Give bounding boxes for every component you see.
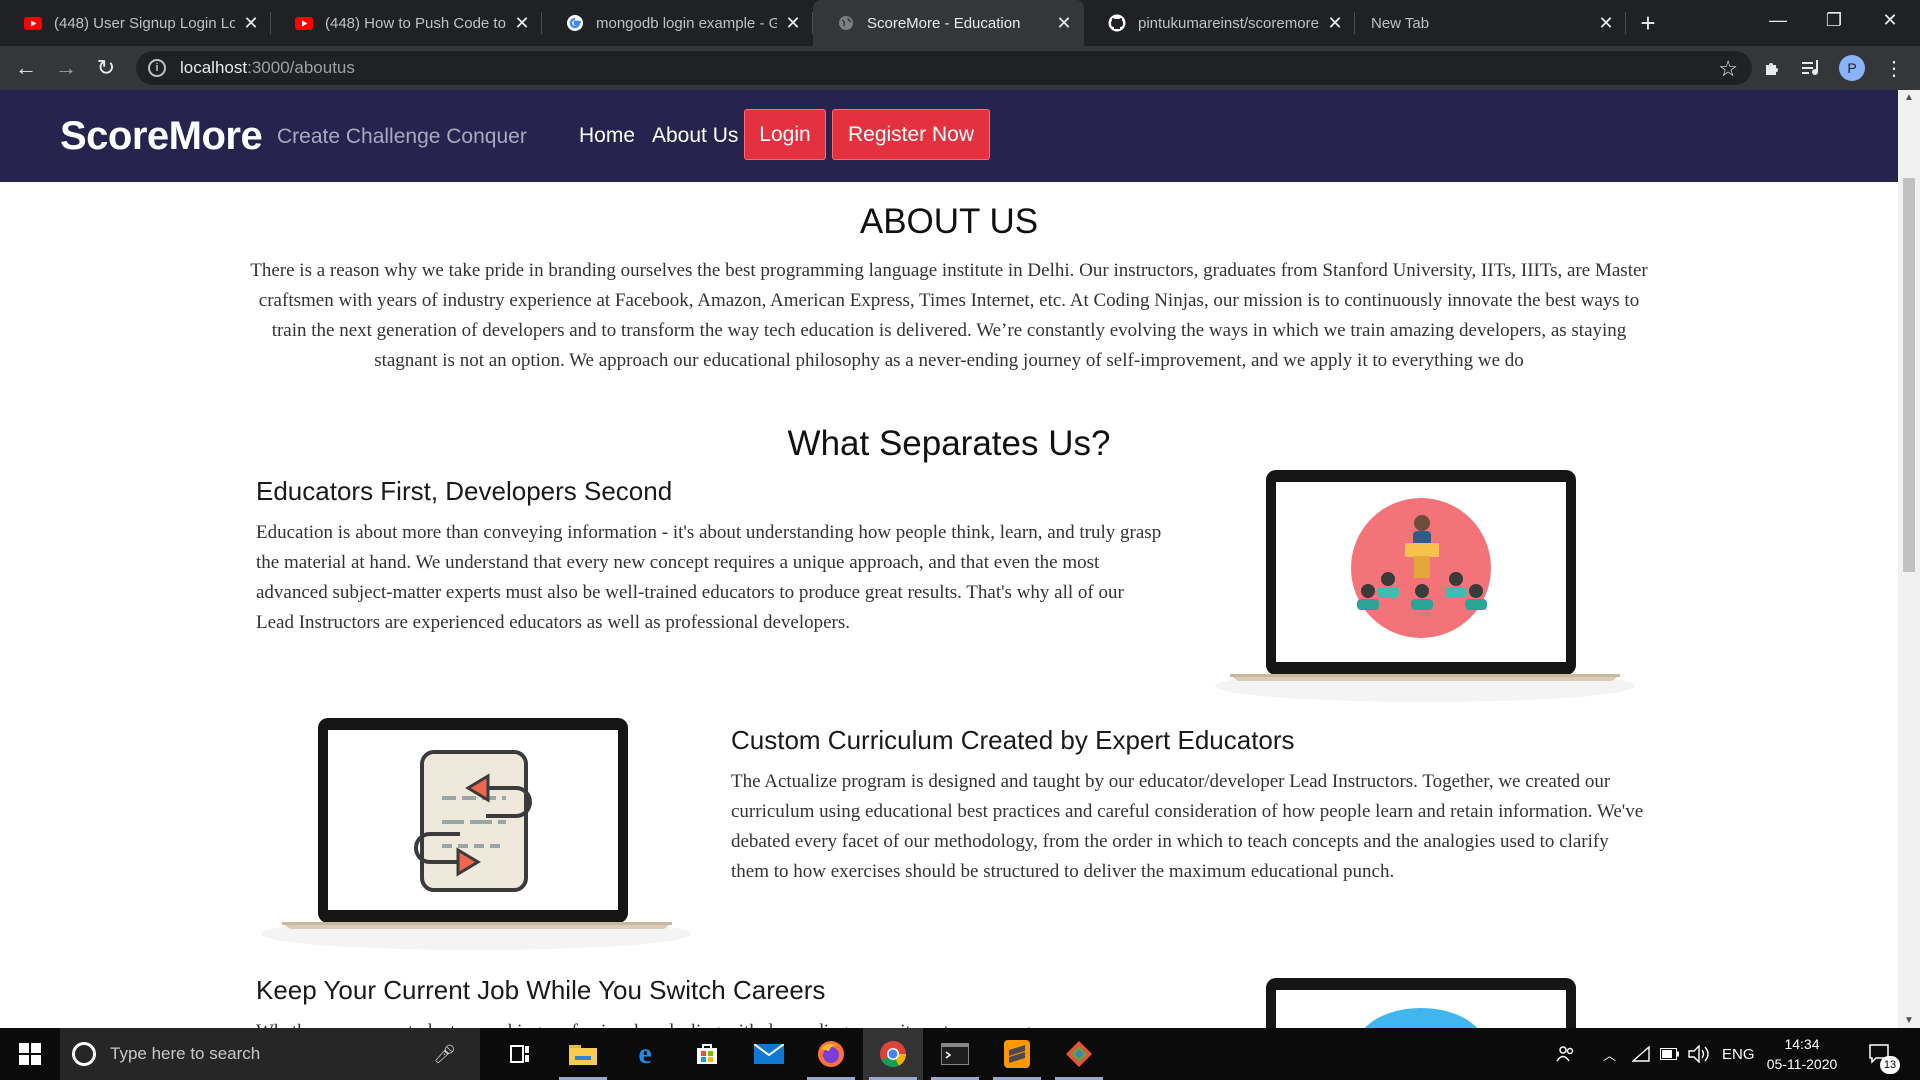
- address-bar[interactable]: i localhost:3000/aboutus ☆: [136, 51, 1752, 85]
- extensions-puzzle-icon[interactable]: [1756, 52, 1788, 84]
- feature-text: The Actualize program is designed and ta…: [731, 771, 1644, 882]
- laptop-illustration: [1266, 978, 1576, 1028]
- scroll-down-arrow-icon[interactable]: ▼: [1898, 1015, 1920, 1026]
- browser-tab[interactable]: (448) User Signup Login Logo ✕: [0, 0, 271, 46]
- separates-heading: What Separates Us?: [787, 424, 1111, 463]
- people-icon[interactable]: [1556, 1028, 1576, 1080]
- taskbar-clock[interactable]: 14:34 05-11-2020: [1752, 1034, 1852, 1074]
- feature-title: Custom Curriculum Created by Expert Educ…: [731, 725, 1295, 755]
- tab-title: (448) How to Push Code to G: [325, 14, 506, 32]
- google-icon: [566, 14, 584, 32]
- feature-title: Educators First, Developers Second: [256, 476, 673, 506]
- language-indicator[interactable]: ENG: [1722, 1028, 1755, 1080]
- globe-icon: [837, 14, 855, 32]
- laptop-illustration: [1210, 470, 1640, 715]
- taskbar-search-box[interactable]: Type here to search 🎤︎: [60, 1028, 480, 1080]
- github-icon: [1108, 14, 1126, 32]
- media-queue-icon[interactable]: [1796, 52, 1828, 84]
- laptop-illustration: [256, 718, 696, 963]
- nav-home-link[interactable]: Home: [579, 124, 635, 148]
- browser-tab[interactable]: New Tab ✕: [1355, 0, 1626, 46]
- browser-tab[interactable]: mongodb login example - Go ✕: [542, 0, 813, 46]
- reload-icon[interactable]: ↻: [86, 48, 126, 88]
- close-tab-icon[interactable]: ✕: [1596, 13, 1616, 34]
- cortana-icon: [72, 1042, 96, 1066]
- store-icon[interactable]: [677, 1028, 737, 1080]
- browser-tab[interactable]: (448) How to Push Code to G ✕: [271, 0, 542, 46]
- tab-title: ScoreMore - Education: [867, 14, 1021, 32]
- scroll-up-arrow-icon[interactable]: ▲: [1898, 92, 1920, 103]
- new-tab-plus-icon[interactable]: +: [1626, 0, 1670, 46]
- browser-tab-active[interactable]: ScoreMore - Education ✕: [813, 0, 1084, 46]
- close-tab-icon[interactable]: ✕: [241, 13, 261, 34]
- notification-count-badge: 13: [1880, 1056, 1900, 1074]
- about-heading: ABOUT US: [859, 202, 1039, 241]
- close-tab-icon[interactable]: ✕: [783, 13, 803, 34]
- tab-title: pintukumareinst/scoremore: [1138, 14, 1319, 32]
- back-arrow-icon[interactable]: ←: [6, 48, 46, 88]
- firefox-icon[interactable]: [801, 1028, 861, 1080]
- presenter-icon: [1351, 498, 1491, 638]
- bookmark-star-icon[interactable]: ☆: [1718, 56, 1738, 82]
- browser-toolbar: ← → ↻ i localhost:3000/aboutus ☆: [0, 46, 1920, 90]
- sublime-text-icon[interactable]: [987, 1028, 1047, 1080]
- tab-title: (448) User Signup Login Logo: [54, 14, 235, 32]
- document-exchange-icon: [414, 750, 532, 892]
- browser-tab-strip: (448) User Signup Login Logo ✕ (448) How…: [0, 0, 1920, 46]
- page-viewport: ScoreMore Create Challenge Conquer Home …: [0, 90, 1898, 1028]
- site-info-icon[interactable]: i: [148, 59, 166, 77]
- show-hidden-icons-chevron-icon[interactable]: ︿: [1603, 1028, 1616, 1080]
- clock-date: 05-11-2020: [1766, 1056, 1838, 1072]
- close-tab-icon[interactable]: ✕: [1054, 13, 1074, 34]
- microphone-icon[interactable]: 🎤︎: [433, 1044, 456, 1065]
- restore-icon[interactable]: ❐: [1806, 0, 1862, 40]
- search-placeholder: Type here to search: [110, 1044, 261, 1063]
- site-tagline: Create Challenge Conquer: [277, 125, 527, 148]
- clock-time: 14:34: [1784, 1036, 1820, 1052]
- file-explorer-icon[interactable]: [553, 1028, 613, 1080]
- url-path: :3000/aboutus: [247, 58, 355, 77]
- tab-title: New Tab: [1371, 14, 1430, 32]
- close-window-icon[interactable]: ✕: [1862, 0, 1918, 40]
- about-paragraph: There is a reason why we take pride in b…: [250, 260, 1648, 371]
- close-tab-icon[interactable]: ✕: [1325, 13, 1345, 34]
- scrollbar-thumb[interactable]: [1903, 178, 1915, 572]
- volume-icon[interactable]: [1688, 1028, 1710, 1080]
- nav-about-link[interactable]: About Us: [652, 124, 738, 148]
- browser-menu-icon[interactable]: ⋮: [1876, 52, 1912, 84]
- edge-icon[interactable]: e: [615, 1028, 675, 1080]
- feature-title: Keep Your Current Job While You Switch C…: [256, 975, 826, 1005]
- login-button[interactable]: Login: [744, 109, 826, 160]
- task-view-icon[interactable]: [490, 1028, 550, 1080]
- site-navbar: ScoreMore Create Challenge Conquer Home …: [0, 90, 1898, 182]
- windows-taskbar: Type here to search 🎤︎ e ︿ ENG 14:34 05-…: [0, 1028, 1920, 1080]
- browser-tab[interactable]: pintukumareinst/scoremore ✕: [1084, 0, 1355, 46]
- git-icon[interactable]: [1049, 1028, 1109, 1080]
- mail-icon[interactable]: [739, 1028, 799, 1080]
- terminal-icon[interactable]: [925, 1028, 985, 1080]
- chrome-icon[interactable]: [863, 1028, 923, 1080]
- feature-text: Whether you are a student, a working pro…: [256, 1017, 1166, 1028]
- site-logo[interactable]: ScoreMore: [60, 114, 263, 159]
- youtube-icon: [24, 14, 42, 32]
- tab-title: mongodb login example - Go: [596, 14, 777, 32]
- wifi-icon[interactable]: [1632, 1028, 1650, 1080]
- url-host: localhost: [180, 58, 248, 77]
- windows-start-icon[interactable]: [0, 1028, 60, 1080]
- battery-icon[interactable]: [1660, 1028, 1680, 1080]
- close-tab-icon[interactable]: ✕: [512, 13, 532, 34]
- forward-arrow-icon[interactable]: →: [46, 48, 86, 88]
- minimize-icon[interactable]: —: [1750, 0, 1806, 40]
- feature-text: Education is about more than conveying i…: [256, 522, 1162, 633]
- profile-avatar[interactable]: P: [1836, 52, 1868, 84]
- page-scrollbar[interactable]: ▲ ▼: [1898, 90, 1920, 1028]
- notifications-icon[interactable]: 13: [1868, 1028, 1900, 1080]
- register-button[interactable]: Register Now: [832, 109, 990, 160]
- youtube-icon: [295, 14, 313, 32]
